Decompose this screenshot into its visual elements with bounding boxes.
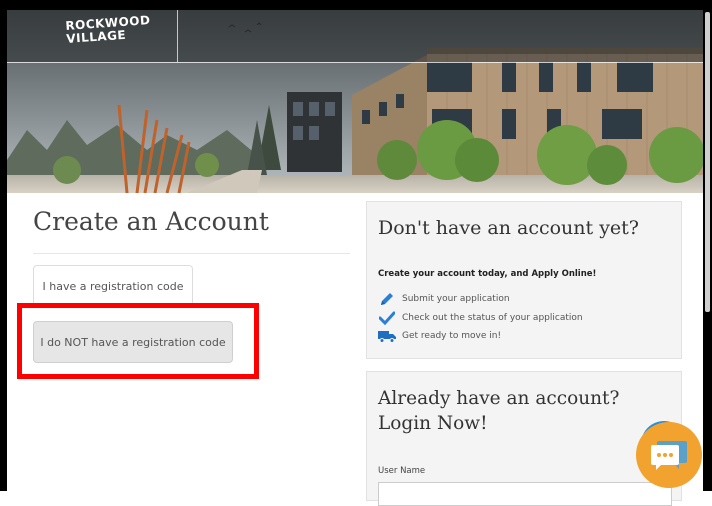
signup-panel: Don't have an account yet? Create your a… — [366, 201, 682, 359]
chat-widget-button[interactable] — [636, 422, 702, 488]
header-rule — [7, 62, 703, 63]
scrollbar-thumb[interactable] — [705, 12, 710, 312]
title-divider — [33, 253, 350, 254]
pencil-icon — [378, 291, 396, 307]
checkmark-icon — [378, 310, 396, 326]
header-divider — [177, 10, 178, 62]
login-heading: Already have an account? Login Now! — [378, 388, 620, 434]
username-label: User Name — [378, 466, 426, 476]
feature-item: Check out the status of your application — [378, 310, 583, 326]
feature-text: Submit your application — [402, 294, 510, 304]
login-panel: Already have an account? Login Now! User… — [366, 371, 682, 506]
hero-banner: ROCKWOOD VILLAGE — [7, 10, 703, 193]
feature-text: Check out the status of your application — [402, 313, 583, 323]
have-registration-code-button[interactable]: I have a registration code — [33, 265, 193, 307]
feature-item: Submit your application — [378, 291, 510, 307]
window-frame-top — [0, 0, 712, 10]
feature-item: Get ready to move in! — [378, 328, 501, 344]
window-frame-left — [0, 0, 7, 491]
chat-bubble-icon — [651, 441, 687, 470]
page-title: Create an Account — [33, 207, 269, 236]
feature-text: Get ready to move in! — [402, 331, 502, 341]
signup-heading: Don't have an account yet? — [378, 217, 639, 239]
highlight-annotation-box — [17, 303, 259, 379]
username-input[interactable] — [378, 482, 672, 506]
truck-icon — [378, 328, 396, 344]
signup-subheading: Create your account today, and Apply Onl… — [378, 269, 597, 279]
